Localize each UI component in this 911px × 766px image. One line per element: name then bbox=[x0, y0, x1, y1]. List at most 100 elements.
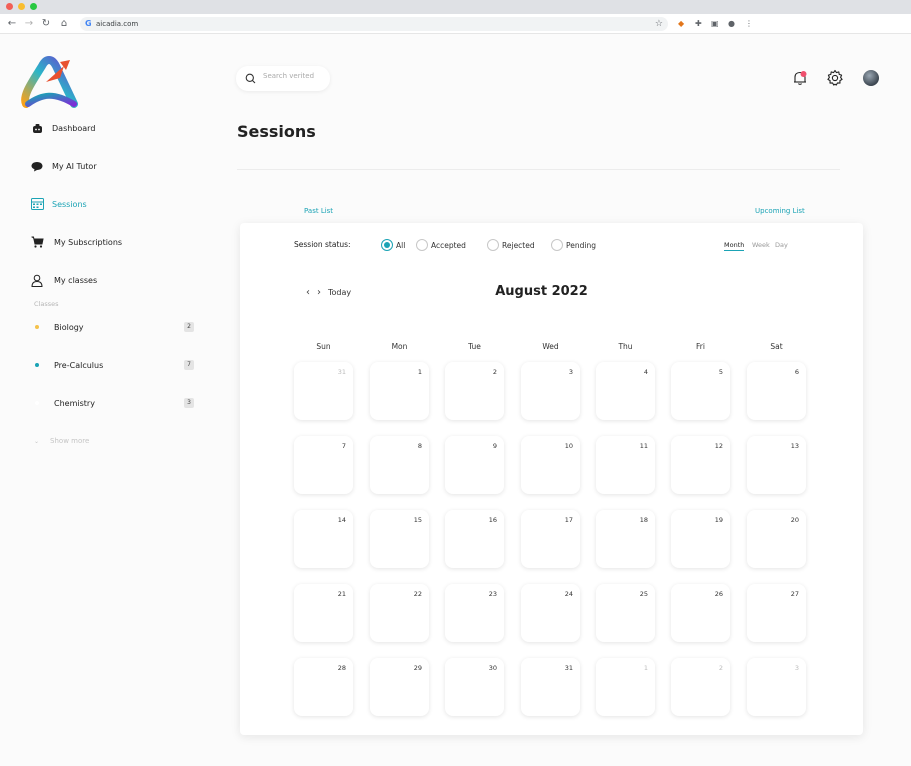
calendar-day-cell[interactable]: 27 bbox=[747, 584, 806, 642]
calendar-day-cell[interactable]: 8 bbox=[370, 436, 429, 494]
day-number: 31 bbox=[337, 368, 346, 376]
calendar-day-cell[interactable]: 2 bbox=[445, 362, 504, 420]
day-number: 7 bbox=[341, 442, 346, 450]
upcoming-list-tab[interactable]: Upcoming List bbox=[755, 207, 805, 215]
calendar-day-cell[interactable]: 31 bbox=[294, 362, 353, 420]
calendar-day-cell[interactable]: 1 bbox=[596, 658, 655, 716]
sidebar-item-dashboard[interactable]: Dashboard bbox=[30, 119, 95, 137]
class-color-dot bbox=[35, 401, 39, 405]
radio-button[interactable] bbox=[381, 239, 393, 251]
bookmark-star-icon[interactable]: ☆ bbox=[655, 18, 663, 30]
calendar-day-cell[interactable]: 7 bbox=[294, 436, 353, 494]
day-number: 18 bbox=[639, 516, 648, 524]
search-icon bbox=[245, 73, 256, 84]
notification-bell-icon[interactable] bbox=[791, 69, 809, 87]
calendar-day-cell[interactable]: 3 bbox=[521, 362, 580, 420]
calendar-day-cell[interactable]: 28 bbox=[294, 658, 353, 716]
weekday-header: Sun bbox=[316, 342, 331, 351]
chevron-left-icon[interactable]: ‹ bbox=[306, 287, 310, 298]
settings-gear-icon[interactable] bbox=[826, 69, 844, 87]
browser-menu-icon[interactable]: ⋮ bbox=[745, 18, 753, 30]
today-button[interactable]: Today bbox=[328, 288, 351, 297]
calendar-day-cell[interactable]: 26 bbox=[671, 584, 730, 642]
aicadia-logo[interactable] bbox=[20, 52, 80, 110]
radio-button[interactable] bbox=[416, 239, 428, 251]
reload-icon[interactable]: ↻ bbox=[40, 17, 52, 31]
side-panel-icon[interactable]: ▣ bbox=[711, 18, 719, 30]
profile-avatar-icon[interactable]: ● bbox=[728, 18, 735, 30]
day-number: 16 bbox=[488, 516, 497, 524]
day-number: 29 bbox=[413, 664, 422, 672]
calendar-day-cell[interactable]: 3 bbox=[747, 658, 806, 716]
extensions-puzzle-icon[interactable]: ✚ bbox=[695, 18, 702, 30]
sidebar-item-subscriptions[interactable]: My Subscriptions bbox=[30, 233, 122, 251]
calendar-day-cell[interactable]: 2 bbox=[671, 658, 730, 716]
day-number: 8 bbox=[417, 442, 422, 450]
user-avatar[interactable] bbox=[863, 70, 879, 86]
calendar-day-cell[interactable]: 4 bbox=[596, 362, 655, 420]
calendar-day-cell[interactable]: 16 bbox=[445, 510, 504, 568]
class-item-chemistry[interactable]: Chemistry 3 bbox=[34, 396, 194, 410]
status-filter-all[interactable]: All bbox=[381, 238, 405, 252]
search-input[interactable] bbox=[263, 72, 327, 80]
calendar-day-cell[interactable]: 29 bbox=[370, 658, 429, 716]
minimize-window-button[interactable] bbox=[18, 3, 25, 10]
status-filter-pending[interactable]: Pending bbox=[551, 238, 596, 252]
calendar-day-cell[interactable]: 19 bbox=[671, 510, 730, 568]
calendar-day-cell[interactable]: 6 bbox=[747, 362, 806, 420]
calendar-day-cell[interactable]: 15 bbox=[370, 510, 429, 568]
sidebar-item-my-classes[interactable]: My classes bbox=[30, 271, 97, 289]
calendar-day-cell[interactable]: 9 bbox=[445, 436, 504, 494]
calendar-day-cell[interactable]: 11 bbox=[596, 436, 655, 494]
day-number: 19 bbox=[714, 516, 723, 524]
day-number: 23 bbox=[488, 590, 497, 598]
calendar-day-cell[interactable]: 21 bbox=[294, 584, 353, 642]
close-window-button[interactable] bbox=[6, 3, 13, 10]
day-number: 12 bbox=[714, 442, 723, 450]
calendar-day-cell[interactable]: 20 bbox=[747, 510, 806, 568]
calendar-day-cell[interactable]: 24 bbox=[521, 584, 580, 642]
calendar-day-cell[interactable]: 13 bbox=[747, 436, 806, 494]
day-number: 4 bbox=[643, 368, 648, 376]
calendar-card: Session status: All Accepted Rejected Pe… bbox=[240, 223, 863, 735]
radio-button[interactable] bbox=[551, 239, 563, 251]
view-tab-day[interactable]: Day bbox=[775, 241, 788, 249]
class-color-dot bbox=[35, 325, 39, 329]
search-box[interactable] bbox=[236, 66, 330, 91]
browser-titlebar bbox=[0, 0, 911, 14]
calendar-day-cell[interactable]: 14 bbox=[294, 510, 353, 568]
view-tab-month[interactable]: Month bbox=[724, 241, 745, 251]
back-arrow-icon[interactable]: ← bbox=[6, 17, 18, 31]
url-text: aicadia.com bbox=[96, 20, 139, 28]
sidebar-item-sessions[interactable]: Sessions bbox=[30, 195, 87, 213]
calendar-day-cell[interactable]: 1 bbox=[370, 362, 429, 420]
calendar-day-cell[interactable]: 10 bbox=[521, 436, 580, 494]
class-item-pre-calculus[interactable]: Pre-Calculus 7 bbox=[34, 358, 194, 372]
forward-arrow-icon[interactable]: → bbox=[23, 17, 35, 31]
calendar-day-cell[interactable]: 25 bbox=[596, 584, 655, 642]
calendar-day-cell[interactable]: 18 bbox=[596, 510, 655, 568]
day-number: 11 bbox=[639, 442, 648, 450]
sidebar-item-ai-tutor[interactable]: My AI Tutor bbox=[30, 157, 97, 175]
address-bar[interactable]: G aicadia.com ☆ bbox=[80, 17, 668, 31]
google-icon: G bbox=[85, 19, 92, 28]
calendar-day-cell[interactable]: 12 bbox=[671, 436, 730, 494]
radio-button[interactable] bbox=[487, 239, 499, 251]
view-tab-week[interactable]: Week bbox=[752, 241, 770, 249]
class-item-biology[interactable]: Biology 2 bbox=[34, 320, 194, 334]
weekday-header: Tue bbox=[468, 342, 481, 351]
home-icon[interactable]: ⌂ bbox=[58, 17, 70, 31]
show-more-link[interactable]: ⌄ Show more bbox=[34, 437, 89, 445]
past-list-tab[interactable]: Past List bbox=[304, 207, 333, 215]
chevron-right-icon[interactable]: › bbox=[317, 287, 321, 298]
calendar-day-cell[interactable]: 17 bbox=[521, 510, 580, 568]
calendar-day-cell[interactable]: 31 bbox=[521, 658, 580, 716]
status-filter-accepted[interactable]: Accepted bbox=[416, 238, 466, 252]
maximize-window-button[interactable] bbox=[30, 3, 37, 10]
status-filter-rejected[interactable]: Rejected bbox=[487, 238, 535, 252]
calendar-day-cell[interactable]: 22 bbox=[370, 584, 429, 642]
calendar-day-cell[interactable]: 23 bbox=[445, 584, 504, 642]
calendar-day-cell[interactable]: 5 bbox=[671, 362, 730, 420]
calendar-day-cell[interactable]: 30 bbox=[445, 658, 504, 716]
metamask-extension-icon[interactable]: ◆ bbox=[678, 18, 684, 30]
